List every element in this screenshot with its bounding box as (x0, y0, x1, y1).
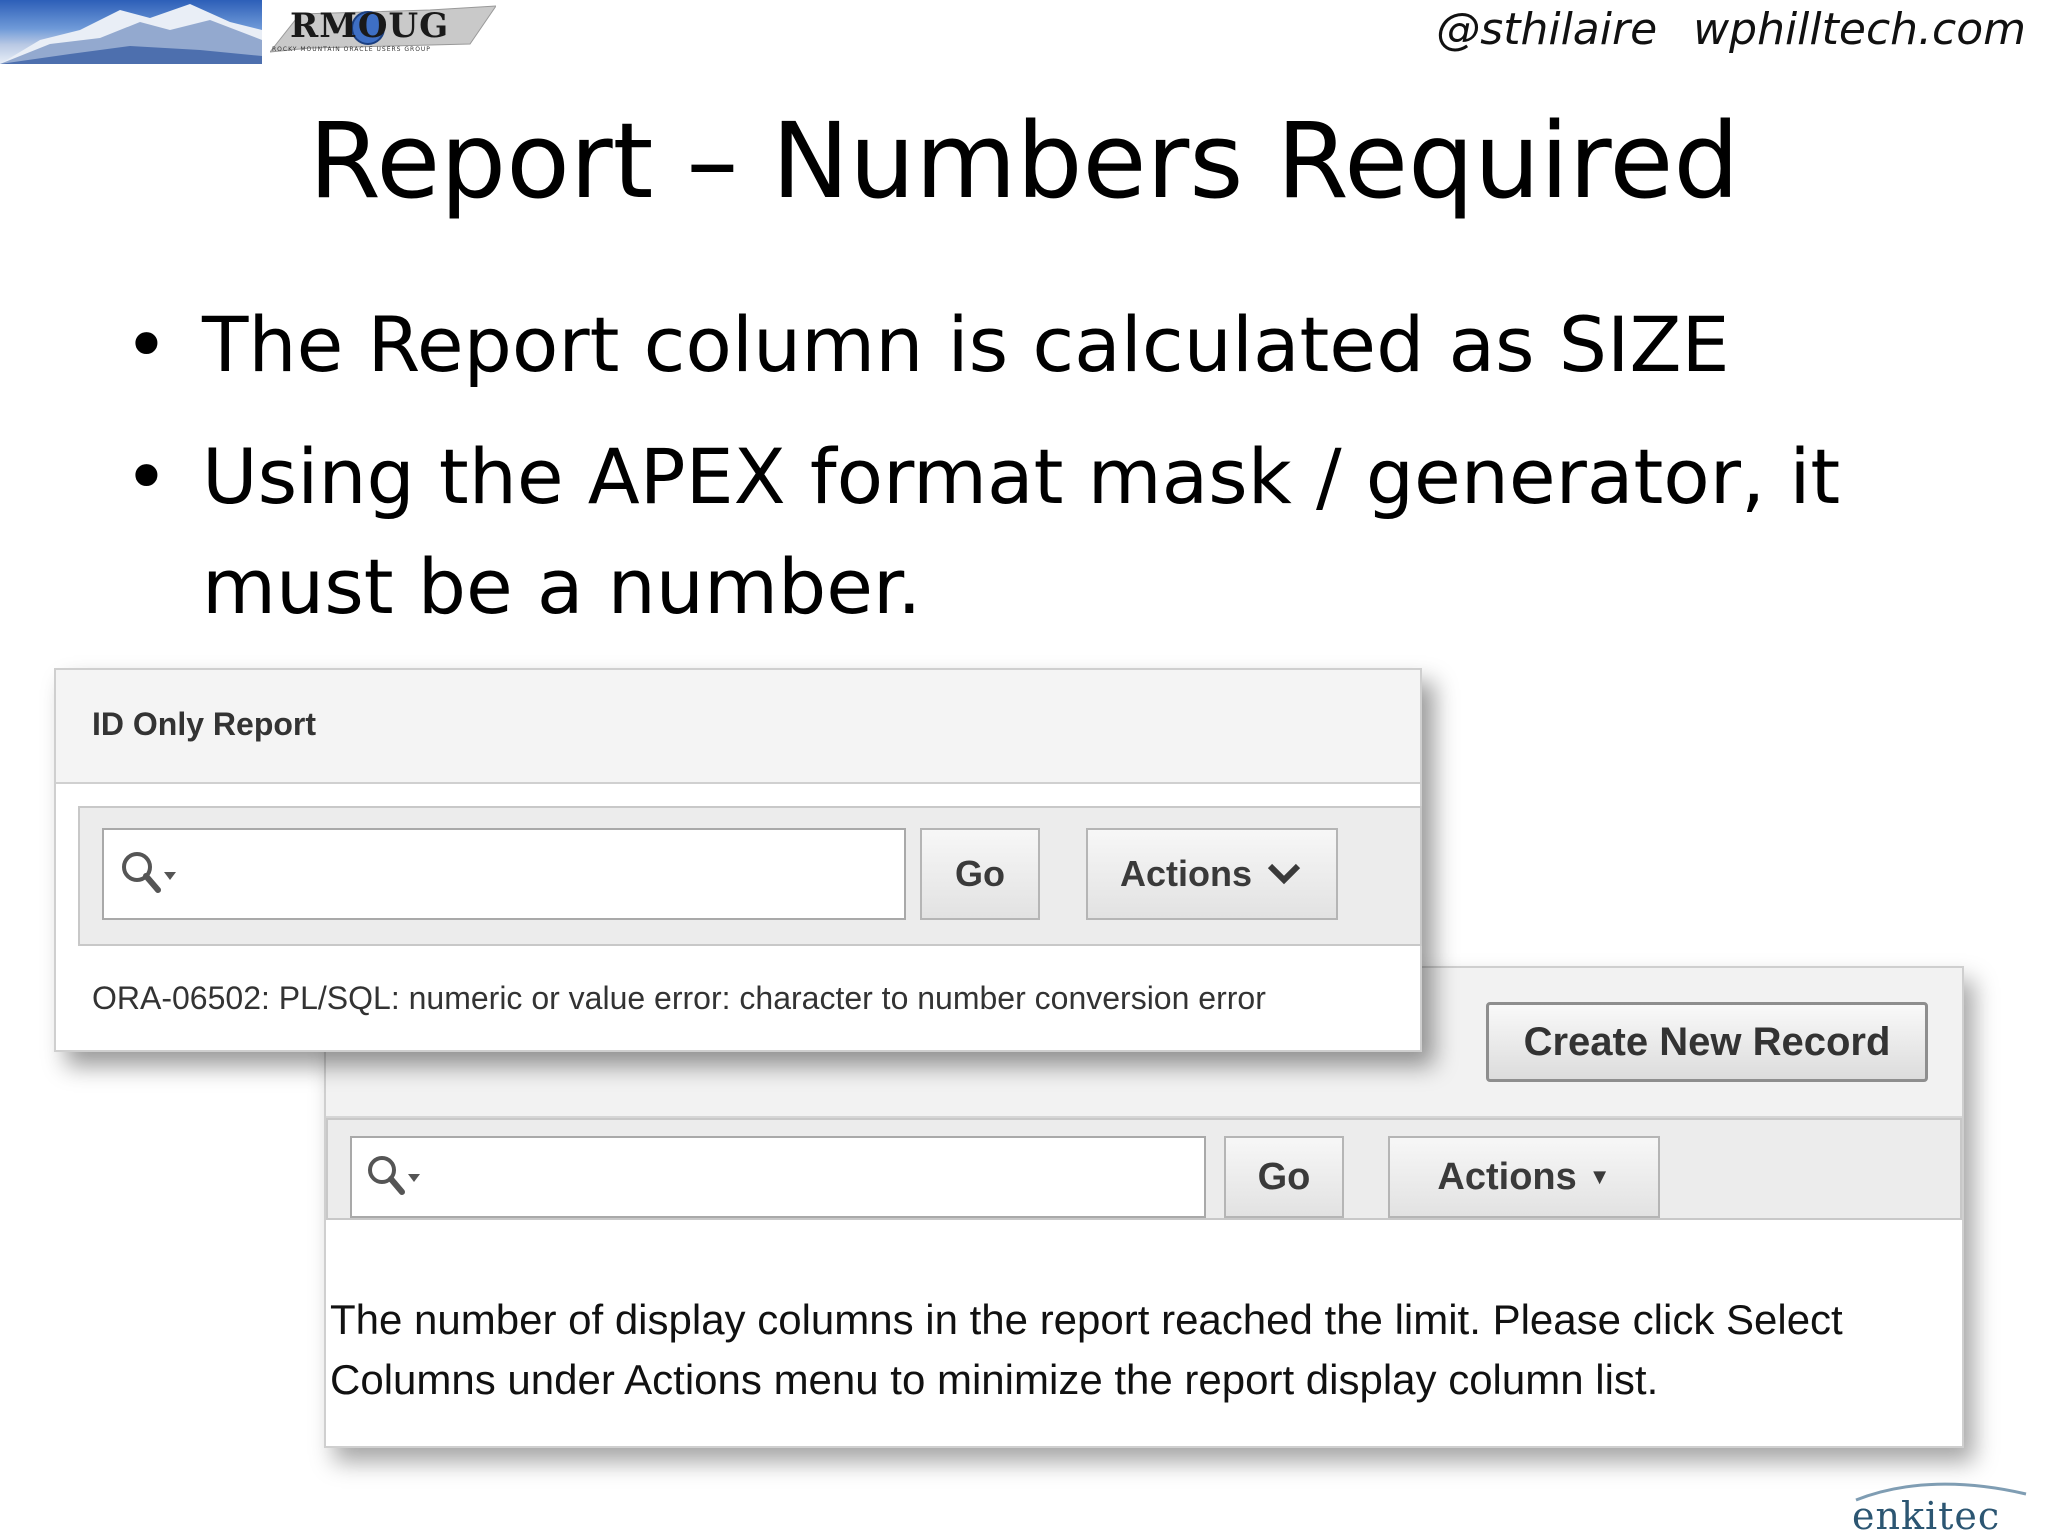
bullet-text: Using the APEX format mask / generator, … (202, 432, 1841, 631)
enkitec-text: enkitec (1852, 1494, 2001, 1538)
actions-label: Actions (1437, 1155, 1577, 1198)
mountain-icon (0, 4, 262, 64)
chevron-down-icon (1267, 863, 1301, 885)
error-message: ORA-06502: PL/SQL: numeric or value erro… (92, 980, 1266, 1016)
search-bar: Go Actions ▼ (326, 1118, 1962, 1220)
bullet-dot: • (124, 432, 169, 521)
caret-down-icon: ▼ (1588, 1164, 1611, 1189)
enkitec-logo: enkitec (1846, 1480, 2036, 1538)
search-bar: Go Actions (78, 806, 1422, 946)
bullet-dot: • (124, 300, 169, 389)
search-input[interactable] (102, 828, 906, 920)
go-button[interactable]: Go (920, 828, 1040, 920)
search-icon[interactable] (364, 1152, 424, 1202)
mountain-logo (0, 0, 262, 64)
rmoug-logo: RMOUG ROCKY MOUNTAIN ORACLE USERS GROUP (270, 0, 496, 60)
bullet-text: The Report column is calculated as SIZE (202, 300, 1730, 389)
actions-button[interactable]: Actions (1086, 828, 1338, 920)
logo-text: RMOUG (290, 6, 450, 46)
search-icon[interactable] (118, 848, 178, 902)
actions-button[interactable]: Actions ▼ (1388, 1136, 1660, 1218)
limit-message: The number of display columns in the rep… (330, 1296, 1843, 1403)
region-title: ID Only Report (92, 706, 317, 742)
region-header: ID Only Report (56, 670, 1420, 784)
website: wphilltech.com (1693, 4, 2026, 55)
search-input[interactable] (350, 1136, 1206, 1218)
go-button[interactable]: Go (1224, 1136, 1344, 1218)
bullet-list: • The Report column is calculated as SIZ… (124, 290, 1964, 664)
author-handle: @sthilaire wphilltech.com (1436, 4, 2026, 55)
slide-title: Report – Numbers Required (308, 100, 1740, 222)
actions-label: Actions (1119, 853, 1252, 894)
create-new-record-button[interactable]: Create New Record (1486, 1002, 1928, 1082)
bullet-item: • Using the APEX format mask / generator… (124, 422, 1964, 642)
twitter-handle: @sthilaire (1436, 4, 1658, 55)
report-region-front: ID Only Report Go Actions ORA-06502: PL/… (54, 668, 1422, 1052)
bullet-item: • The Report column is calculated as SIZ… (124, 290, 1964, 400)
logo-subtext: ROCKY MOUNTAIN ORACLE USERS GROUP (272, 46, 431, 53)
